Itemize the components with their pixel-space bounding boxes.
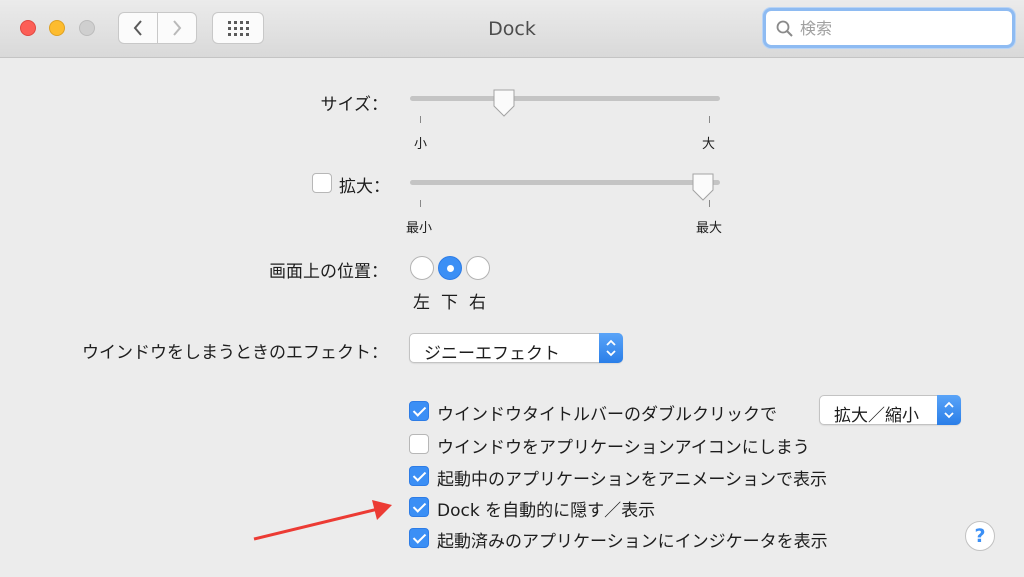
position-left-label: 左: [413, 293, 430, 313]
magnification-max-label: 最大: [696, 221, 723, 236]
minimize-into-icon-label: ウインドウをアプリケーションアイコンにしまう: [437, 438, 810, 458]
position-radio-bottom[interactable]: [438, 256, 462, 280]
popup-arrows-icon: [937, 395, 961, 425]
magnification-slider-track[interactable]: [410, 180, 720, 185]
position-radio-left[interactable]: [410, 256, 434, 280]
close-button[interactable]: [20, 20, 36, 36]
magnification-tick-min: [420, 200, 421, 207]
chevron-right-icon: [173, 20, 182, 36]
search-icon: [776, 20, 793, 37]
double-click-action-value: 拡大／縮小: [834, 406, 919, 426]
magnification-min-label: 最小: [406, 221, 433, 236]
position-bottom-label: 下: [441, 293, 458, 313]
position-right-label: 右: [469, 293, 486, 313]
double-click-checkbox[interactable]: [409, 401, 429, 421]
size-slider-track[interactable]: [410, 96, 720, 101]
minimize-effect-popup[interactable]: ジニーエフェクト: [409, 333, 623, 364]
help-button[interactable]: ?: [965, 521, 995, 551]
grid-icon: [228, 21, 249, 36]
minimize-button[interactable]: [49, 20, 65, 36]
size-min-label: 小: [414, 137, 428, 152]
size-tick-max: [709, 116, 710, 123]
show-indicators-checkbox[interactable]: [409, 528, 429, 548]
double-click-action-popup[interactable]: 拡大／縮小: [819, 395, 961, 426]
size-max-label: 大: [702, 137, 716, 152]
zoom-button[interactable]: [79, 20, 95, 36]
show-all-button[interactable]: [212, 12, 264, 44]
title-bar: Dock: [0, 0, 1024, 58]
autohide-dock-checkbox[interactable]: [409, 497, 429, 517]
search-field[interactable]: [763, 8, 1015, 48]
forward-button[interactable]: [157, 12, 197, 44]
size-label: サイズ：: [320, 95, 389, 115]
magnification-label: 拡大：: [339, 177, 390, 197]
minimize-effect-value: ジニーエフェクト: [424, 344, 560, 364]
chevron-left-icon: [133, 20, 142, 36]
animate-opening-label: 起動中のアプリケーションをアニメーションで表示: [437, 470, 827, 490]
annotation-arrow-icon: [253, 500, 392, 541]
popup-arrows-icon: [599, 333, 623, 363]
magnification-tick-max: [709, 200, 710, 207]
show-indicators-label: 起動済みのアプリケーションにインジケータを表示: [437, 532, 828, 552]
autohide-dock-label: Dock を自動的に隠す／表示: [437, 501, 656, 521]
magnification-slider-knob[interactable]: [690, 172, 716, 202]
window-title: Dock: [488, 18, 536, 40]
position-label: 画面上の位置：: [269, 262, 388, 282]
back-button[interactable]: [118, 12, 158, 44]
minimize-into-icon-checkbox[interactable]: [409, 434, 429, 454]
position-radio-right[interactable]: [466, 256, 490, 280]
animate-opening-checkbox[interactable]: [409, 466, 429, 486]
size-slider-knob[interactable]: [491, 88, 517, 118]
minimize-effect-label: ウインドウをしまうときのエフェクト：: [82, 343, 388, 363]
search-input[interactable]: [800, 16, 1000, 40]
size-tick-min: [420, 116, 421, 123]
magnification-checkbox[interactable]: [312, 173, 332, 193]
double-click-label: ウインドウタイトルバーのダブルクリックで: [437, 405, 777, 425]
